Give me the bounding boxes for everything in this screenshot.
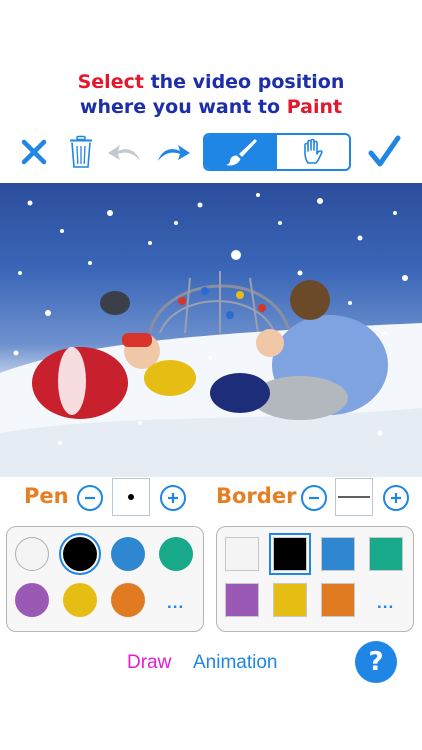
pen-color-swatch[interactable]: [111, 537, 145, 571]
confirm-button[interactable]: [362, 128, 406, 176]
pen-label: Pen: [24, 484, 69, 508]
instruction-accent-paint: Paint: [286, 96, 343, 118]
tab-draw[interactable]: Draw: [127, 652, 171, 674]
delete-button[interactable]: [62, 128, 100, 176]
undo-icon: [108, 145, 140, 161]
close-button[interactable]: [14, 128, 54, 176]
border-color-swatch[interactable]: [369, 537, 403, 571]
brush-icon: [226, 139, 257, 166]
tab-animation[interactable]: Animation: [193, 652, 278, 674]
border-color-swatch[interactable]: [321, 583, 355, 617]
border-color-swatch[interactable]: [225, 537, 259, 571]
trash-icon: [70, 135, 92, 168]
pen-size-decrease-button[interactable]: [77, 485, 103, 511]
border-color-swatch[interactable]: [273, 583, 307, 617]
redo-button[interactable]: [152, 128, 194, 176]
instruction-title: Select the video position where you want…: [0, 70, 422, 120]
help-icon: ?: [368, 647, 384, 677]
border-color-palette: ...: [216, 526, 414, 632]
plus-icon: [391, 493, 401, 503]
instruction-accent-select: Select: [77, 71, 144, 93]
brush-mode-button[interactable]: [205, 135, 277, 169]
pen-color-swatch[interactable]: [63, 583, 97, 617]
mode-segmented-control: [203, 133, 351, 171]
pen-size-increase-button[interactable]: [160, 485, 186, 511]
hand-icon: [304, 138, 323, 164]
border-size-preview: [335, 478, 373, 516]
undo-button[interactable]: [104, 128, 146, 176]
toolbar: [0, 128, 422, 176]
hand-mode-button[interactable]: [277, 135, 349, 169]
border-size-decrease-button[interactable]: [301, 485, 327, 511]
instruction-line-1: Select the video position: [0, 70, 422, 95]
border-color-swatch[interactable]: [269, 533, 311, 575]
stroke-controls: Pen Border: [0, 478, 422, 518]
snow-scene-image: [0, 193, 422, 477]
instruction-line-2: where you want to Paint: [0, 95, 422, 120]
border-color-swatch[interactable]: [225, 583, 259, 617]
border-label: Border: [216, 484, 297, 508]
close-icon: [21, 139, 47, 165]
help-button[interactable]: ?: [355, 641, 397, 683]
checkmark-icon: [368, 135, 401, 167]
video-frame[interactable]: [0, 183, 422, 477]
border-size-increase-button[interactable]: [383, 485, 409, 511]
pen-color-swatch[interactable]: [159, 537, 193, 571]
pen-dot-icon: [128, 494, 134, 500]
pen-color-swatch[interactable]: [59, 533, 101, 575]
border-line-icon: [338, 496, 370, 498]
pen-color-swatch[interactable]: [111, 583, 145, 617]
minus-icon: [309, 496, 319, 500]
pen-size-preview: [112, 478, 150, 516]
pen-more-colors-button[interactable]: ...: [167, 593, 184, 613]
pen-color-swatch[interactable]: [15, 583, 49, 617]
pen-color-palette: ...: [6, 526, 204, 632]
minus-icon: [85, 496, 95, 500]
redo-icon: [158, 145, 190, 161]
plus-icon: [168, 493, 178, 503]
border-more-colors-button[interactable]: ...: [377, 593, 394, 613]
instruction-text-2: where you want to: [79, 96, 281, 118]
instruction-text-1: the video position: [150, 71, 345, 93]
border-color-swatch[interactable]: [321, 537, 355, 571]
pen-color-swatch[interactable]: [15, 537, 49, 571]
